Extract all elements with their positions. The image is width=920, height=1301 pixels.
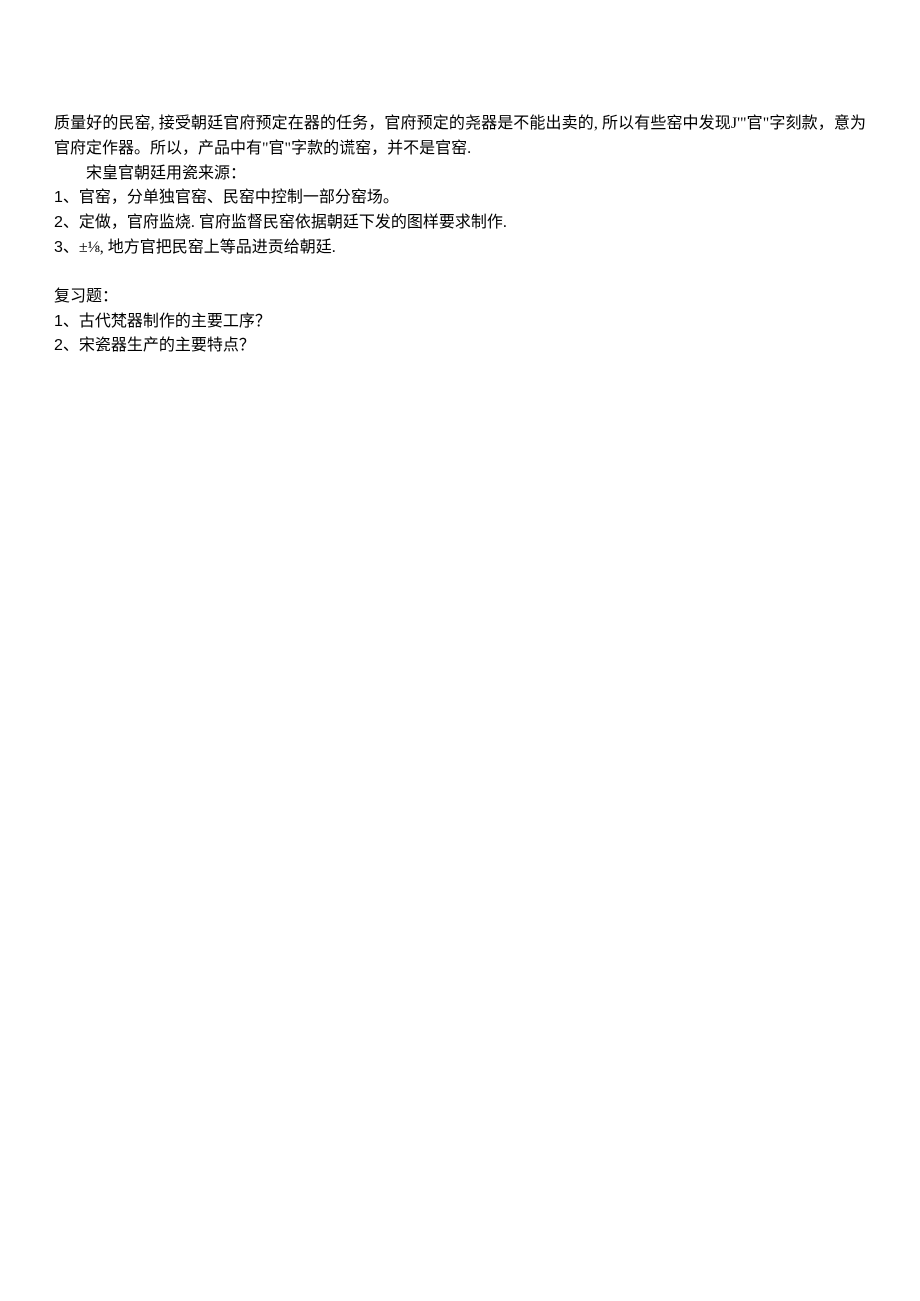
list-number: 2、 bbox=[54, 337, 79, 354]
list-number: 1、 bbox=[54, 313, 79, 330]
list-number: 3、 bbox=[54, 239, 79, 256]
list-item: 1、官窑，分单独官窑、民窑中控制一部分窑场。 bbox=[54, 186, 866, 211]
list-item: 2、定做，官府监烧. 官府监督民窑依据朝廷下发的图样要求制作. bbox=[54, 211, 866, 236]
list-text: 宋瓷器生产的主要特点？ bbox=[79, 337, 255, 354]
list-item: 3、±⅛, 地方官把民窑上等品进贡给朝廷. bbox=[54, 236, 866, 261]
paragraph-sources-heading: 宋皇官朝廷用瓷来源： bbox=[54, 162, 866, 187]
list-text: 古代梵器制作的主要工序？ bbox=[79, 313, 271, 330]
list-number: 2、 bbox=[54, 214, 79, 231]
paragraph-continuation: 质量好的民窑, 接受朝廷官府预定在器的任务，官府预定的尧器是不能出卖的, 所以有… bbox=[54, 112, 866, 162]
list-item: 2、宋瓷器生产的主要特点？ bbox=[54, 334, 866, 359]
list-text: 官窑，分单独官窑、民窑中控制一部分窑场。 bbox=[79, 189, 399, 206]
list-text: ±⅛, 地方官把民窑上等品进贡给朝廷. bbox=[79, 239, 336, 256]
list-text: 定做，官府监烧. 官府监督民窑依据朝廷下发的图样要求制作. bbox=[79, 214, 507, 231]
list-number: 1、 bbox=[54, 189, 79, 206]
document-page: 质量好的民窑, 接受朝廷官府预定在器的任务，官府预定的尧器是不能出卖的, 所以有… bbox=[0, 0, 920, 359]
spacer bbox=[54, 261, 866, 285]
list-item: 1、古代梵器制作的主要工序？ bbox=[54, 310, 866, 335]
review-heading: 复习题： bbox=[54, 285, 866, 310]
